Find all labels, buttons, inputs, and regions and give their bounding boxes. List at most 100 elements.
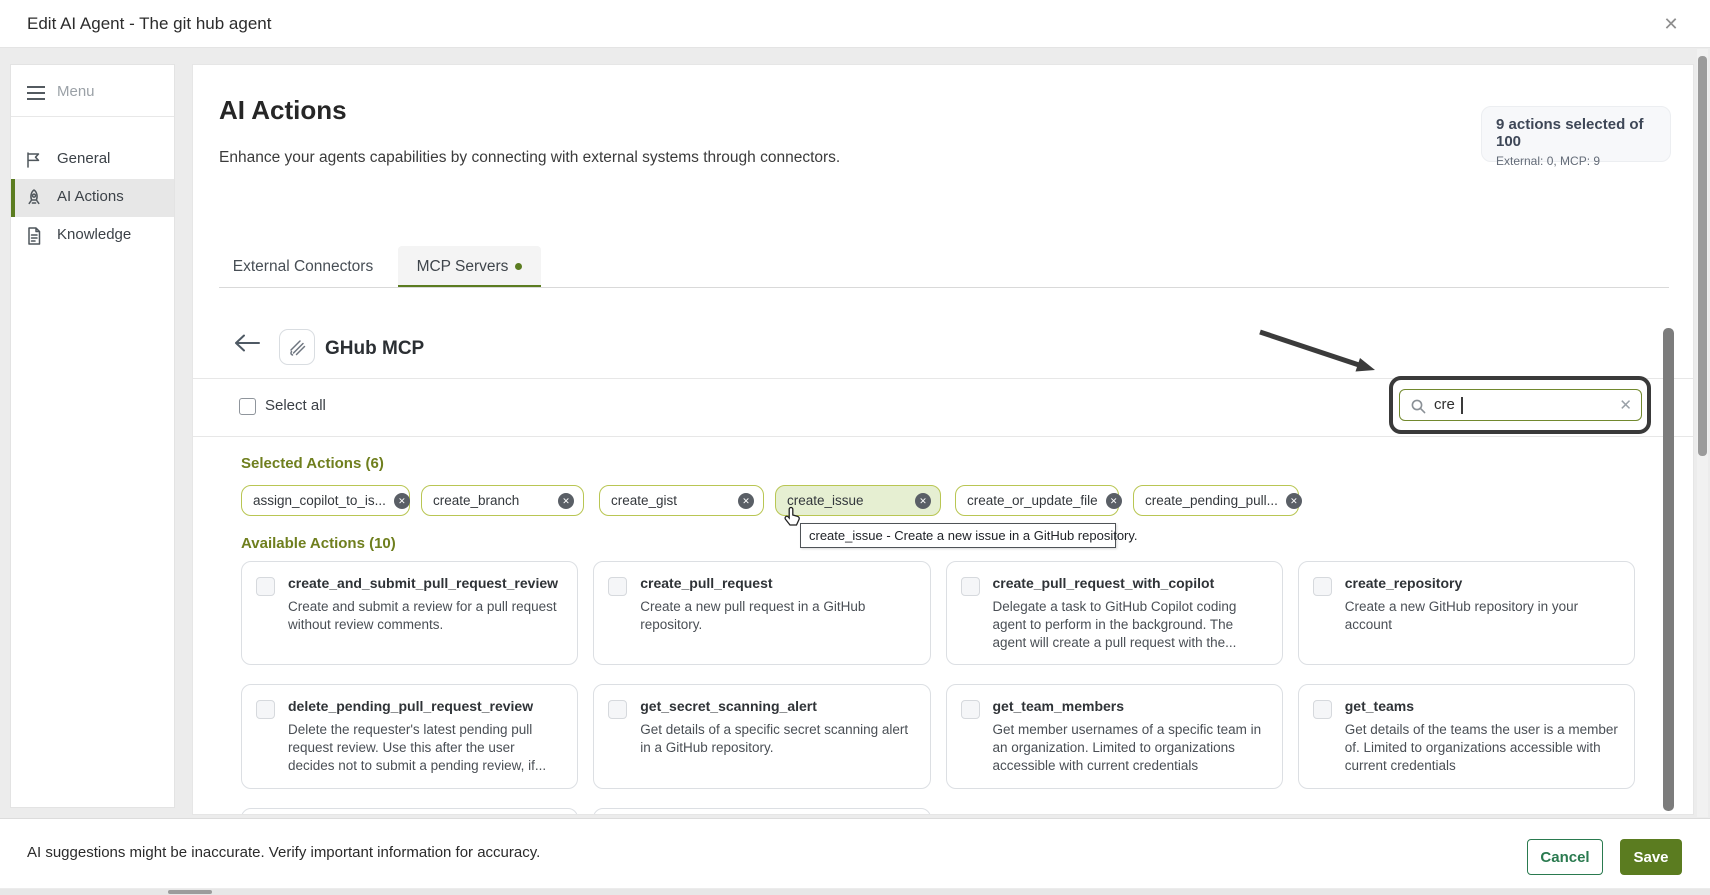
action-checkbox[interactable] xyxy=(256,700,275,719)
select-all-label: Select all xyxy=(265,397,326,414)
select-all-checkbox[interactable] xyxy=(239,398,256,415)
action-title: create_and_submit_pull_request_review xyxy=(288,575,563,591)
action-card-partial[interactable] xyxy=(593,808,930,815)
page-description: Enhance your agents capabilities by conn… xyxy=(219,149,840,167)
text-caret xyxy=(1461,397,1463,414)
action-title: delete_pending_pull_request_review xyxy=(288,698,563,714)
search-value: cre xyxy=(1434,396,1455,413)
action-checkbox[interactable] xyxy=(608,700,627,719)
back-arrow-icon xyxy=(233,333,261,353)
selected-actions-heading: Selected Actions (6) xyxy=(241,455,384,472)
action-card[interactable]: get_teams Get details of the teams the u… xyxy=(1298,684,1635,788)
sidebar-item-label: Knowledge xyxy=(57,226,131,243)
action-card[interactable]: create_repository Create a new GitHub re… xyxy=(1298,561,1635,665)
action-title: get_team_members xyxy=(993,698,1268,714)
action-card[interactable]: create_pull_request_with_copilot Delegat… xyxy=(946,561,1283,665)
action-checkbox[interactable] xyxy=(961,577,980,596)
chip-assign-copilot-to-issue[interactable]: assign_copilot_to_is... ✕ xyxy=(241,485,410,516)
main-panel: AI Actions Enhance your agents capabilit… xyxy=(192,64,1694,815)
selection-count-subtitle: External: 0, MCP: 9 xyxy=(1496,154,1656,168)
flag-icon xyxy=(24,150,44,170)
action-description: Get details of a specific secret scannin… xyxy=(640,721,915,757)
chip-create-gist[interactable]: create_gist ✕ xyxy=(599,485,764,516)
action-title: create_pull_request xyxy=(640,575,915,591)
available-actions-heading: Available Actions (10) xyxy=(241,535,396,552)
chip-create-branch[interactable]: create_branch ✕ xyxy=(421,485,584,516)
save-button[interactable]: Save xyxy=(1620,839,1682,875)
tabs-divider xyxy=(219,287,1669,288)
horizontal-scrollbar-thumb[interactable] xyxy=(168,890,212,894)
sidebar-item-label: General xyxy=(57,150,110,167)
selection-count-title: 9 actions selected of 100 xyxy=(1496,116,1656,150)
action-card[interactable]: create_pull_request Create a new pull re… xyxy=(593,561,930,665)
back-button[interactable] xyxy=(233,333,263,361)
action-description: Create a new pull request in a GitHub re… xyxy=(640,598,915,634)
available-actions-grid: create_and_submit_pull_request_review Cr… xyxy=(241,561,1635,815)
selection-count-badge: 9 actions selected of 100 External: 0, M… xyxy=(1481,106,1671,162)
sidebar-item-knowledge[interactable]: Knowledge xyxy=(11,217,174,255)
action-description: Get member usernames of a specific team … xyxy=(993,721,1268,774)
cancel-button[interactable]: Cancel xyxy=(1527,839,1603,875)
sidebar-item-ai-actions[interactable]: AI Actions xyxy=(11,179,174,217)
chip-remove-icon[interactable]: ✕ xyxy=(915,493,931,509)
chip-create-pending-pull[interactable]: create_pending_pull... ✕ xyxy=(1133,485,1299,516)
sidebar-item-general[interactable]: General xyxy=(11,141,174,179)
action-checkbox[interactable] xyxy=(1313,577,1332,596)
chip-label: create_pending_pull... xyxy=(1145,493,1278,508)
rocket-icon xyxy=(24,188,44,208)
action-description: Create a new GitHub repository in your a… xyxy=(1345,598,1620,634)
footer-bar: AI suggestions might be inaccurate. Veri… xyxy=(0,818,1710,888)
action-checkbox[interactable] xyxy=(256,577,275,596)
tab-label: External Connectors xyxy=(233,258,373,275)
hamburger-icon[interactable] xyxy=(27,86,45,100)
chip-remove-icon[interactable]: ✕ xyxy=(1286,493,1302,509)
action-title: get_teams xyxy=(1345,698,1620,714)
divider xyxy=(193,436,1694,437)
action-checkbox[interactable] xyxy=(1313,700,1332,719)
tab-label: MCP Servers xyxy=(417,258,509,275)
search-input[interactable]: cre ✕ xyxy=(1399,389,1642,421)
ai-disclaimer-text: AI suggestions might be inaccurate. Veri… xyxy=(27,844,540,861)
sidebar: Menu General AI Actions Knowledge xyxy=(10,64,175,808)
action-card[interactable]: get_team_members Get member usernames of… xyxy=(946,684,1283,788)
dialog-titlebar: Edit AI Agent - The git hub agent ✕ xyxy=(0,0,1710,48)
action-title: create_pull_request_with_copilot xyxy=(993,575,1268,591)
action-card[interactable]: create_and_submit_pull_request_review Cr… xyxy=(241,561,578,665)
chip-create-or-update-file[interactable]: create_or_update_file ✕ xyxy=(955,485,1119,516)
action-checkbox[interactable] xyxy=(961,700,980,719)
list-scrollbar-thumb[interactable] xyxy=(1663,328,1674,811)
tab-mcp-servers[interactable]: MCP Servers xyxy=(398,246,541,288)
action-card[interactable]: delete_pending_pull_request_review Delet… xyxy=(241,684,578,788)
chip-label: create_gist xyxy=(611,493,677,508)
sidebar-item-label: AI Actions xyxy=(57,188,124,205)
tab-external-connectors[interactable]: External Connectors xyxy=(223,246,383,288)
close-icon[interactable]: ✕ xyxy=(1658,11,1684,37)
chip-remove-icon[interactable]: ✕ xyxy=(1106,493,1122,509)
chip-remove-icon[interactable]: ✕ xyxy=(738,493,754,509)
chip-tooltip: create_issue - Create a new issue in a G… xyxy=(800,523,1116,548)
dialog-title: Edit AI Agent - The git hub agent xyxy=(27,0,271,48)
search-clear-icon[interactable]: ✕ xyxy=(1619,396,1632,414)
menu-label: Menu xyxy=(57,83,95,100)
server-name: GHub MCP xyxy=(325,338,424,360)
action-description: Delete the requester's latest pending pu… xyxy=(288,721,563,774)
dialog-scrollbar-thumb[interactable] xyxy=(1698,56,1707,456)
action-title: create_repository xyxy=(1345,575,1620,591)
action-title: get_secret_scanning_alert xyxy=(640,698,915,714)
chip-label: assign_copilot_to_is... xyxy=(253,493,386,508)
action-description: Delegate a task to GitHub Copilot coding… xyxy=(993,598,1268,651)
annotation-arrow xyxy=(1255,327,1387,385)
action-card-partial[interactable] xyxy=(241,808,578,815)
action-description: Get details of the teams the user is a m… xyxy=(1345,721,1620,774)
chip-label: create_branch xyxy=(433,493,519,508)
chip-remove-icon[interactable]: ✕ xyxy=(558,493,574,509)
search-icon xyxy=(1410,398,1427,415)
action-checkbox[interactable] xyxy=(608,577,627,596)
menu-row: Menu xyxy=(11,79,174,109)
document-icon xyxy=(24,226,44,246)
action-description: Create and submit a review for a pull re… xyxy=(288,598,563,634)
mcp-server-icon xyxy=(279,329,315,365)
chip-remove-icon[interactable]: ✕ xyxy=(394,493,410,509)
action-card[interactable]: get_secret_scanning_alert Get details of… xyxy=(593,684,930,788)
chip-label: create_or_update_file xyxy=(967,493,1098,508)
